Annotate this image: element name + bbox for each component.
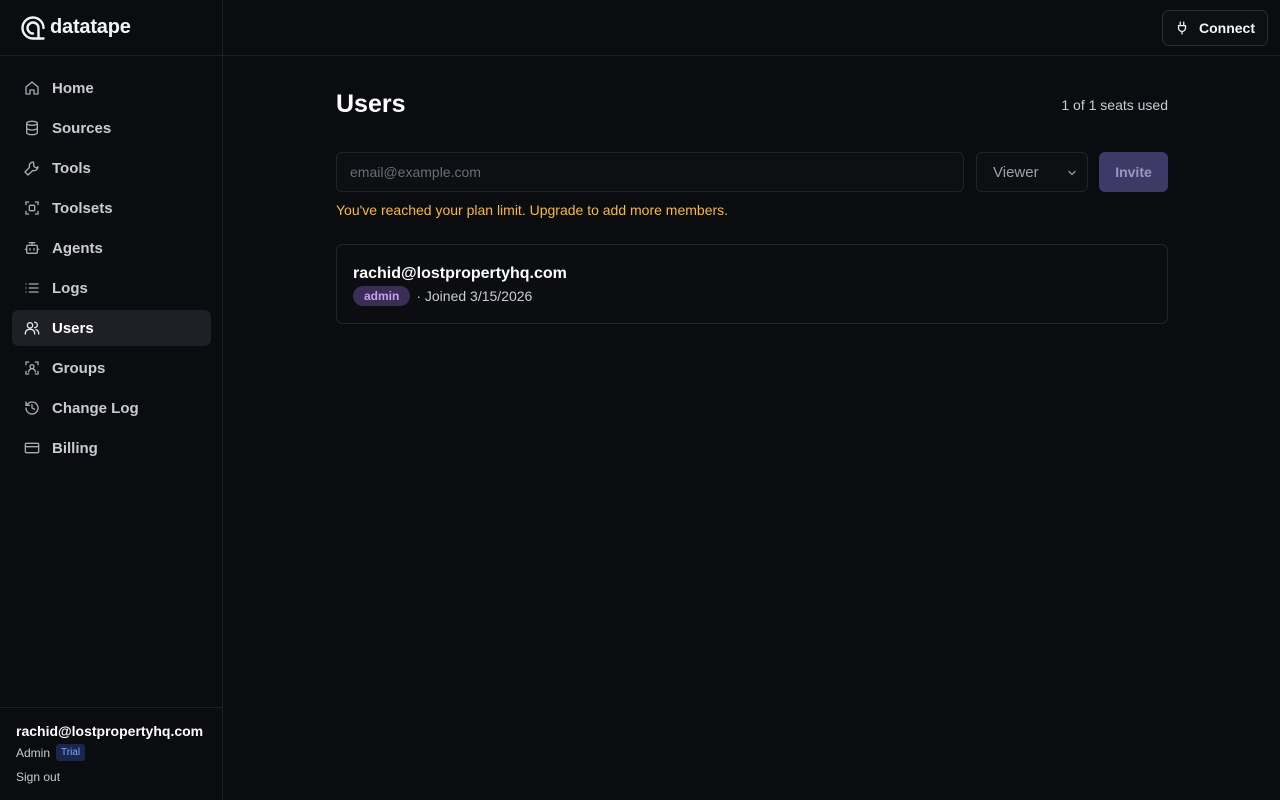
sidebar-item-label: Agents [52,239,103,257]
account-email: rachid@lostpropertyhq.com [16,723,204,739]
sidebar-item-billing[interactable]: Billing [12,430,211,466]
plan-limit-warning: You've reached your plan limit. Upgrade … [336,202,729,218]
account-role: Admin [16,745,51,760]
plug-icon [1177,21,1187,35]
sidebar-item-sources[interactable]: Sources [12,110,211,146]
sidebar-item-groups[interactable]: Groups [12,350,211,386]
account-panel: rachid@lostpropertyhq.com Admin Trial Si… [0,707,222,800]
sidebar-item-label: Home [52,79,94,97]
wrench-icon [24,160,40,176]
invite-role-value: Viewer [993,163,1039,181]
sidebar-item-logs[interactable]: Logs [12,270,211,306]
sidebar-item-change-log[interactable]: Change Log [12,390,211,426]
users-icon [24,320,40,336]
user-meta: admin · Joined 3/15/2026 [353,286,1151,306]
datatape-logo-icon [20,15,46,41]
home-icon [24,80,40,96]
sidebar-item-label: Users [52,319,94,337]
database-icon [24,120,40,136]
sidebar-item-users[interactable]: Users [12,310,211,346]
sidebar: datatape Home Sources Tools Toolsets Age… [0,0,223,800]
credit-card-icon [24,440,40,456]
list-icon [24,280,40,296]
sidebar-item-label: Groups [52,359,106,377]
sign-out-link[interactable]: Sign out [16,770,206,784]
joined-date: · Joined 3/15/2026 [416,288,533,304]
sidebar-item-label: Billing [52,439,98,457]
sidebar-item-toolsets[interactable]: Toolsets [12,190,211,226]
invite-email-input[interactable] [336,152,964,192]
sidebar-item-label: Toolsets [52,199,113,217]
account-role-row: Admin Trial [16,744,206,761]
plan-badge: Trial [56,744,86,761]
brand[interactable]: datatape [0,0,222,56]
scan-icon [24,200,40,216]
invite-form: Viewer Invite [336,152,1168,192]
brand-name: datatape [50,16,131,38]
seats-usage: 1 of 1 seats used [1061,97,1168,113]
sidebar-nav: Home Sources Tools Toolsets Agents Logs … [12,70,211,470]
page-title: Users [336,90,406,118]
user-card: rachid@lostpropertyhq.com admin · Joined… [336,244,1168,324]
sidebar-item-tools[interactable]: Tools [12,150,211,186]
connect-button[interactable]: Connect [1162,10,1268,46]
invite-role-select[interactable]: Viewer [976,152,1088,192]
role-badge: admin [353,286,411,306]
top-bar: Connect [223,0,1280,56]
bot-icon [24,240,40,256]
user-email: rachid@lostpropertyhq.com [353,265,567,282]
sidebar-item-label: Logs [52,279,88,297]
history-icon [24,400,40,416]
sidebar-item-label: Change Log [52,399,139,417]
sidebar-item-label: Tools [52,159,91,177]
invite-button[interactable]: Invite [1099,152,1168,192]
sidebar-item-label: Sources [52,119,112,137]
scan-user-icon [24,360,40,376]
sidebar-item-home[interactable]: Home [12,70,211,106]
connect-label: Connect [1199,20,1255,36]
chevron-down-icon [1068,170,1076,176]
sidebar-item-agents[interactable]: Agents [12,230,211,266]
